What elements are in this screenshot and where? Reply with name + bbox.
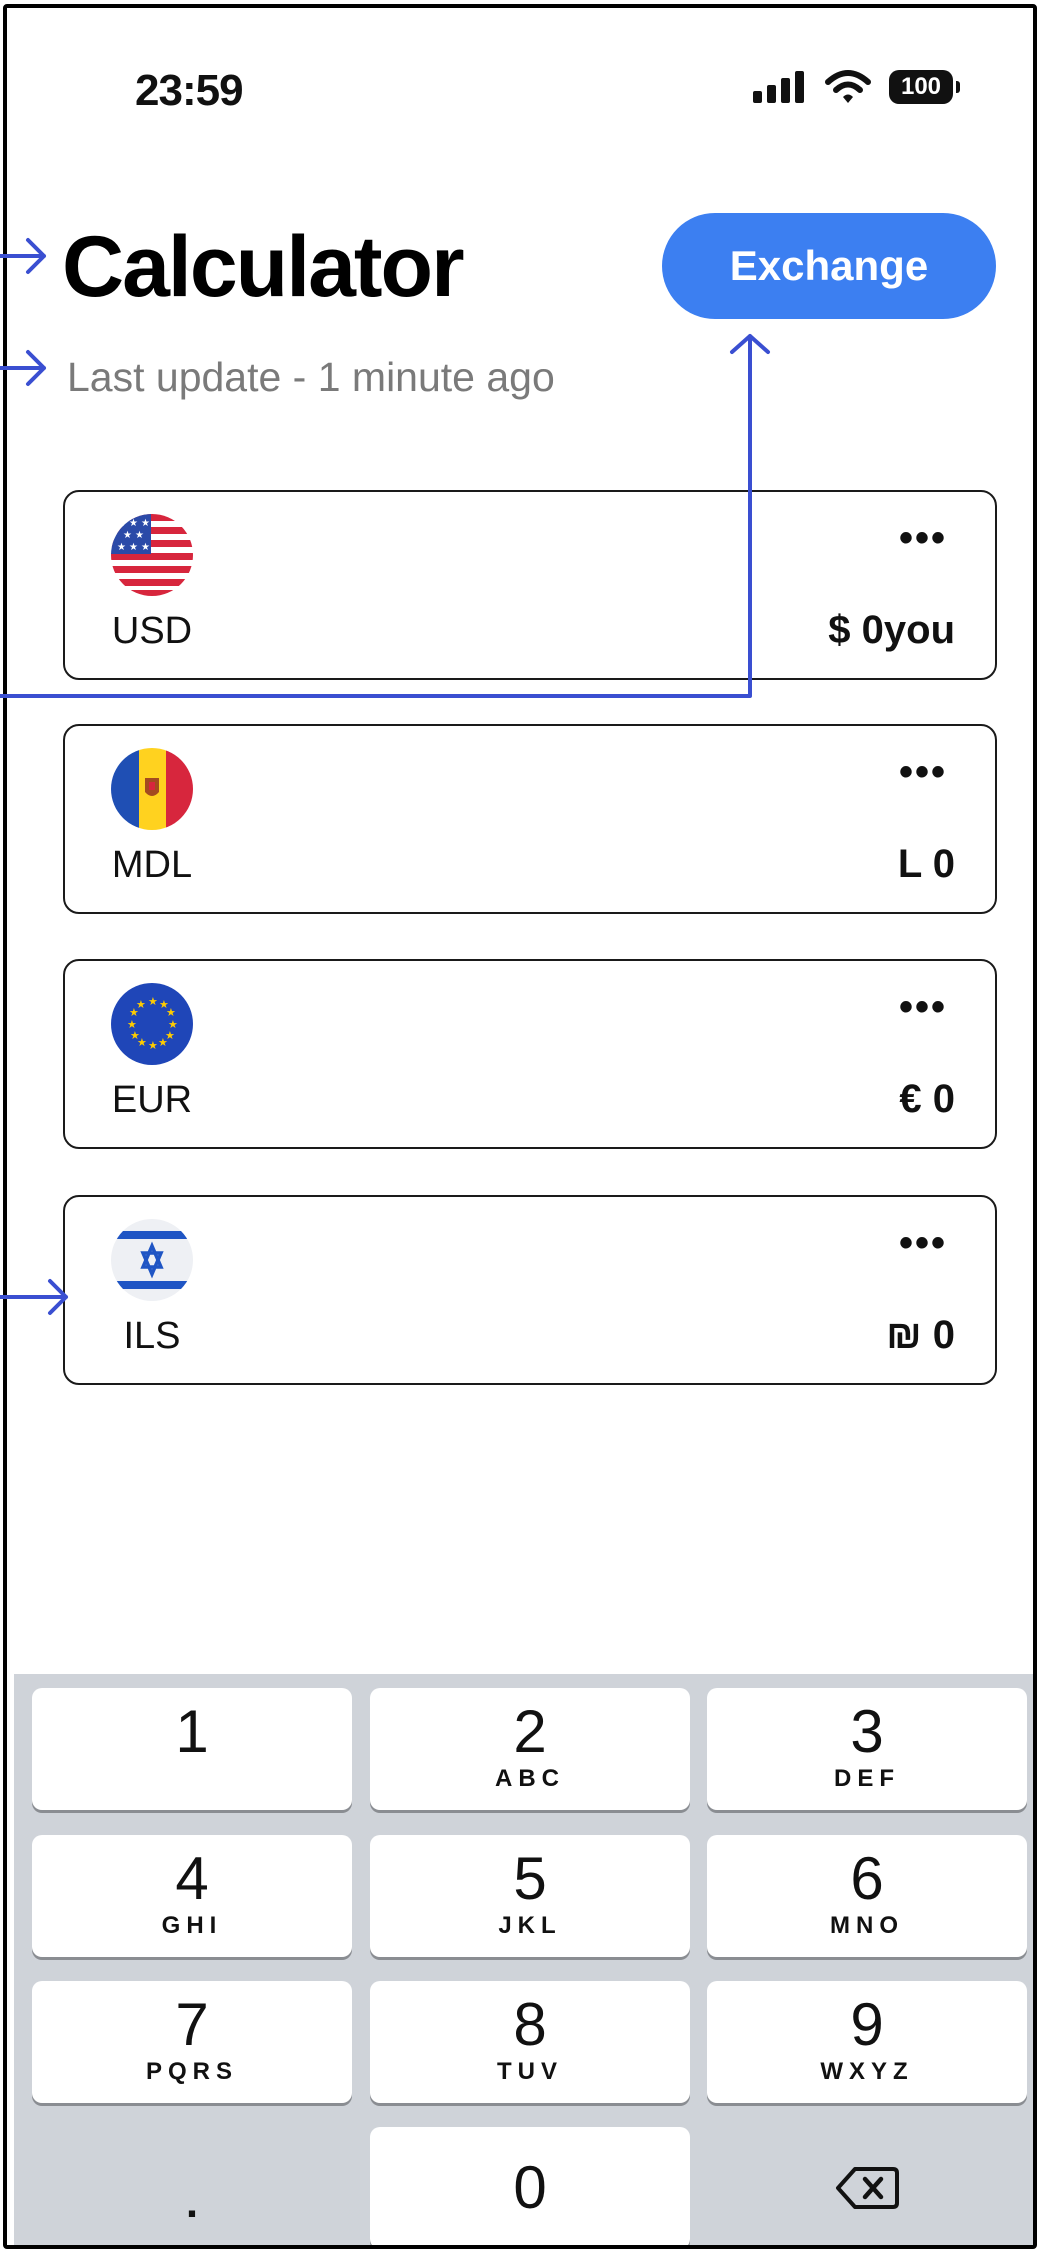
svg-text:★: ★ bbox=[166, 1007, 176, 1019]
key-digit: 7 bbox=[175, 1991, 209, 2058]
key-8[interactable]: 8 TUV bbox=[370, 1981, 690, 2103]
signal-icon bbox=[753, 71, 804, 103]
svg-text:★: ★ bbox=[117, 542, 126, 553]
key-digit: 1 bbox=[175, 1698, 209, 1765]
battery-icon: 100 bbox=[889, 70, 960, 104]
currency-code: ILS bbox=[123, 1315, 181, 1357]
phone-screen: 23:59 100 Calculator Last update - 1 min… bbox=[3, 4, 1037, 2249]
key-letters: JKL bbox=[498, 1912, 562, 1939]
more-options-icon[interactable]: ••• bbox=[899, 1223, 947, 1263]
key-4[interactable]: 4 GHI bbox=[32, 1835, 352, 1957]
currency-amount[interactable]: ₪ 0 bbox=[886, 1313, 955, 1358]
svg-text:★: ★ bbox=[123, 530, 132, 541]
currency-card-eur[interactable]: ★ ★ ★ ★ ★ ★ ★ ★ ★ ★ ★ ★ EUR ••• € 0 bbox=[63, 959, 997, 1149]
currency-card-ils[interactable]: ILS ••• ₪ 0 bbox=[63, 1195, 997, 1385]
wifi-icon bbox=[825, 70, 871, 103]
key-digit: 8 bbox=[513, 1991, 547, 2058]
svg-text:★: ★ bbox=[130, 1030, 140, 1042]
key-letters: PQRS bbox=[145, 2058, 238, 2085]
israel-flag-icon bbox=[111, 1219, 193, 1301]
key-digit: 4 bbox=[175, 1845, 209, 1912]
currency-code: EUR bbox=[111, 1079, 193, 1121]
last-update-text: Last update - 1 minute ago bbox=[67, 354, 555, 400]
page-title: Calculator bbox=[62, 219, 465, 315]
currency-amount[interactable]: $ 0you bbox=[828, 608, 955, 653]
more-options-icon[interactable]: ••• bbox=[899, 987, 947, 1027]
key-digit: 3 bbox=[850, 1698, 884, 1765]
svg-text:★: ★ bbox=[136, 999, 146, 1011]
key-letters: WXYZ bbox=[820, 2058, 914, 2085]
svg-text:★: ★ bbox=[141, 542, 150, 553]
currency-amount[interactable]: L 0 bbox=[898, 842, 955, 887]
key-6[interactable]: 6 MNO bbox=[707, 1835, 1027, 1957]
key-1[interactable]: 1 bbox=[32, 1688, 352, 1810]
key-digit: 0 bbox=[513, 2154, 547, 2221]
key-letters: TUV bbox=[497, 2058, 563, 2085]
key-letters: DEF bbox=[834, 1765, 900, 1792]
svg-text:★: ★ bbox=[117, 518, 126, 529]
key-letters: GHI bbox=[161, 1912, 223, 1939]
svg-text:★: ★ bbox=[129, 518, 138, 529]
svg-text:★: ★ bbox=[127, 1019, 137, 1031]
currency-card-usd[interactable]: ★ ★ ★ ★ ★ ★ ★ ★ USD ••• $ 0you bbox=[63, 490, 997, 680]
key-7[interactable]: 7 PQRS bbox=[32, 1981, 352, 2103]
key-3[interactable]: 3 DEF bbox=[707, 1688, 1027, 1810]
svg-text:★: ★ bbox=[141, 518, 150, 529]
backspace-key[interactable] bbox=[707, 2127, 1027, 2245]
svg-text:★: ★ bbox=[148, 1040, 158, 1052]
backspace-icon bbox=[836, 2167, 899, 2209]
us-flag-icon: ★ ★ ★ ★ ★ ★ ★ ★ bbox=[111, 514, 193, 596]
svg-text:★: ★ bbox=[129, 542, 138, 553]
key-0[interactable]: 0 bbox=[370, 2127, 690, 2245]
more-options-icon[interactable]: ••• bbox=[899, 752, 947, 792]
numeric-keypad: 1 2 ABC 3 DEF 4 GHI 5 JKL 6 MNO 7 PQRS 8 bbox=[14, 1674, 1033, 2245]
currency-card-mdl[interactable]: MDL ••• L 0 bbox=[63, 724, 997, 914]
moldova-flag-icon bbox=[111, 748, 193, 830]
key-letters: MNO bbox=[830, 1912, 904, 1939]
key-2[interactable]: 2 ABC bbox=[370, 1688, 690, 1810]
currency-amount[interactable]: € 0 bbox=[899, 1077, 955, 1122]
key-digit: 6 bbox=[850, 1845, 884, 1912]
currency-code: MDL bbox=[111, 844, 193, 886]
status-time: 23:59 bbox=[135, 66, 244, 115]
status-icons: 100 bbox=[753, 70, 960, 104]
exchange-button[interactable]: Exchange bbox=[662, 213, 996, 319]
key-9[interactable]: 9 WXYZ bbox=[707, 1981, 1027, 2103]
currency-code: USD bbox=[111, 610, 193, 652]
key-5[interactable]: 5 JKL bbox=[370, 1835, 690, 1957]
key-digit: 5 bbox=[513, 1845, 547, 1912]
key-digit: 2 bbox=[513, 1698, 547, 1765]
key-letters: ABC bbox=[495, 1765, 565, 1792]
key-decimal[interactable]: . bbox=[32, 2127, 352, 2245]
svg-text:★: ★ bbox=[148, 996, 158, 1008]
more-options-icon[interactable]: ••• bbox=[899, 518, 947, 558]
svg-text:★: ★ bbox=[158, 1037, 168, 1049]
key-digit: 9 bbox=[850, 1991, 884, 2058]
eu-flag-icon: ★ ★ ★ ★ ★ ★ ★ ★ ★ ★ ★ ★ bbox=[111, 983, 193, 1065]
svg-text:★: ★ bbox=[135, 530, 144, 541]
